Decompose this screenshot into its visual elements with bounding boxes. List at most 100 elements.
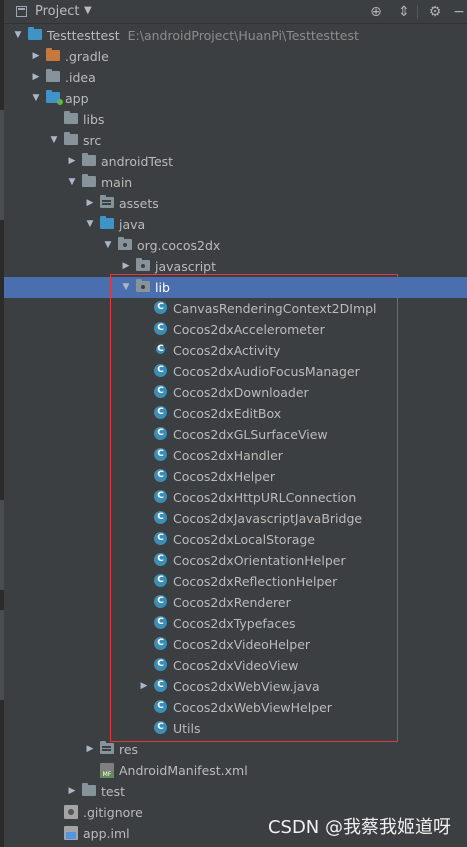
target-icon[interactable]: ⊕: [367, 3, 385, 21]
chevron-down-icon[interactable]: ▼: [30, 88, 42, 109]
class-icon: C: [154, 553, 167, 566]
tree-row[interactable]: C Cocos2dxHandler: [4, 445, 467, 466]
tree-row[interactable]: ▼ org.cocos2dx: [4, 235, 467, 256]
folder-icon: [82, 174, 96, 187]
tree-row-text: Cocos2dxWebViewHelper: [173, 700, 332, 715]
tree-row[interactable]: libs: [4, 109, 467, 130]
tree-row[interactable]: ▶ javascript: [4, 256, 467, 277]
chevron-down-icon[interactable]: ▼: [66, 172, 78, 193]
tree-row-label: lib: [155, 277, 170, 298]
tree-row-text: Cocos2dxVideoView: [173, 658, 299, 673]
tree-row-label: assets: [119, 193, 159, 214]
chevron-right-icon[interactable]: ▶: [120, 256, 132, 277]
tree-row[interactable]: ▶ .idea: [4, 67, 467, 88]
chevron-right-icon[interactable]: ▶: [66, 151, 78, 172]
tree-row-label: Testtesttest E:\androidProject\HuanPi\Tes…: [47, 25, 359, 46]
tree-row[interactable]: C Cocos2dxJavascriptJavaBridge: [4, 508, 467, 529]
folder-orange-icon: [46, 48, 60, 61]
tree-row-label: org.cocos2dx: [137, 235, 220, 256]
chevron-down-icon[interactable]: ▼: [84, 214, 96, 235]
tree-row[interactable]: C Utils: [4, 718, 467, 739]
tree-row[interactable]: C Cocos2dxWebViewHelper: [4, 697, 467, 718]
tree-row-label: Cocos2dxEditBox: [173, 403, 281, 424]
tree-row[interactable]: ▶ assets: [4, 193, 467, 214]
tree-row-label: Cocos2dxActivity: [173, 340, 280, 361]
tree-row-text: Testtesttest: [47, 28, 120, 43]
tree-row[interactable]: C CanvasRenderingContext2DImpl: [4, 298, 467, 319]
class-icon: C: [154, 490, 167, 503]
tree-row[interactable]: C Cocos2dxVideoView: [4, 655, 467, 676]
chevron-right-icon[interactable]: ▶: [84, 193, 96, 214]
tree-row[interactable]: C Cocos2dxAudioFocusManager: [4, 361, 467, 382]
tree-row-label: .idea: [65, 67, 96, 88]
tree-row[interactable]: C Cocos2dxGLSurfaceView: [4, 424, 467, 445]
tree-row[interactable]: C Cocos2dxDownloader: [4, 382, 467, 403]
tree-row-label: src: [83, 130, 101, 151]
tree-row-text: lib: [155, 280, 170, 295]
tree-row[interactable]: C Cocos2dxTypefaces: [4, 613, 467, 634]
chevron-right-icon[interactable]: ▶: [138, 676, 150, 697]
tree-row-text: Cocos2dxHelper: [173, 469, 276, 484]
hide-icon[interactable]: −: [450, 3, 467, 21]
panel-title[interactable]: Project: [35, 4, 79, 19]
tree-row[interactable]: C Cocos2dxActivity: [4, 340, 467, 361]
chevron-down-icon[interactable]: ▼: [120, 277, 132, 298]
tree-row[interactable]: C Cocos2dxReflectionHelper: [4, 571, 467, 592]
tree-row[interactable]: C Cocos2dxAccelerometer: [4, 319, 467, 340]
tree-row[interactable]: ▶ C Cocos2dxWebView.java: [4, 676, 467, 697]
tree-row[interactable]: ▶ .gradle: [4, 46, 467, 67]
package-icon: [118, 237, 132, 250]
chevron-right-icon[interactable]: ▶: [66, 781, 78, 802]
tree-row[interactable]: C Cocos2dxRenderer: [4, 592, 467, 613]
tree-row-label: Cocos2dxLocalStorage: [173, 529, 315, 550]
tree-row[interactable]: C Cocos2dxLocalStorage: [4, 529, 467, 550]
iml-file-icon: [64, 826, 78, 840]
gear-icon[interactable]: ⚙: [426, 3, 444, 21]
chevron-right-icon[interactable]: ▶: [30, 46, 42, 67]
tree-row[interactable]: C Cocos2dxHttpURLConnection: [4, 487, 467, 508]
tree-row-text: Cocos2dxOrientationHelper: [173, 553, 346, 568]
tree-row[interactable]: AndroidManifest.xml: [4, 760, 467, 781]
tree-row[interactable]: ▼ src: [4, 130, 467, 151]
chevron-down-icon[interactable]: ▼: [102, 235, 114, 256]
chevron-down-icon[interactable]: ▼: [48, 130, 60, 151]
chevron-right-icon[interactable]: ▶: [30, 67, 42, 88]
folder-icon: [46, 69, 60, 82]
collapse-icon[interactable]: ⇕: [395, 3, 413, 21]
tree-row[interactable]: ▼ java: [4, 214, 467, 235]
tree-row-text: Cocos2dxAccelerometer: [173, 322, 325, 337]
tree-row-text: res: [119, 742, 139, 757]
gitignore-file-icon: [64, 805, 78, 819]
tree-row-label: Cocos2dxRenderer: [173, 592, 291, 613]
tree-row-text: test: [101, 784, 126, 799]
tree-row[interactable]: ▼ main: [4, 172, 467, 193]
tree-row-text: main: [101, 175, 133, 190]
folder-icon: [64, 132, 78, 145]
package-icon: [136, 279, 150, 292]
tree-row[interactable]: ▶ androidTest: [4, 151, 467, 172]
tree-row-label: res: [119, 739, 138, 760]
tree-row[interactable]: ▼ lib: [4, 277, 467, 298]
tree-row[interactable]: ▼ Testtesttest E:\androidProject\HuanPi\Te…: [4, 25, 467, 46]
project-tree[interactable]: ▼ Testtesttest E:\androidProject\HuanPi\Te…: [4, 25, 467, 844]
tree-row[interactable]: ▶ res: [4, 739, 467, 760]
chevron-down-icon[interactable]: ▼: [84, 5, 92, 16]
tree-row-label: Cocos2dxJavascriptJavaBridge: [173, 508, 362, 529]
tree-row-label: Cocos2dxOrientationHelper: [173, 550, 346, 571]
tree-row[interactable]: C Cocos2dxEditBox: [4, 403, 467, 424]
tree-row[interactable]: C Cocos2dxHelper: [4, 466, 467, 487]
tree-row[interactable]: ▼ app: [4, 88, 467, 109]
folder-icon: [82, 153, 96, 166]
tree-row-label: androidTest: [101, 151, 173, 172]
tree-row-text: Utils: [173, 721, 201, 736]
tree-row-text: Cocos2dxLocalStorage: [173, 532, 315, 547]
chevron-down-icon[interactable]: ▼: [12, 25, 24, 46]
abstract-class-icon: C: [154, 343, 167, 356]
chevron-right-icon[interactable]: ▶: [84, 739, 96, 760]
tree-row[interactable]: ▶ test: [4, 781, 467, 802]
tree-row-text: assets: [119, 196, 159, 211]
class-icon: C: [154, 301, 167, 314]
tree-row[interactable]: C Cocos2dxVideoHelper: [4, 634, 467, 655]
tree-row-label: java: [119, 214, 145, 235]
tree-row[interactable]: C Cocos2dxOrientationHelper: [4, 550, 467, 571]
